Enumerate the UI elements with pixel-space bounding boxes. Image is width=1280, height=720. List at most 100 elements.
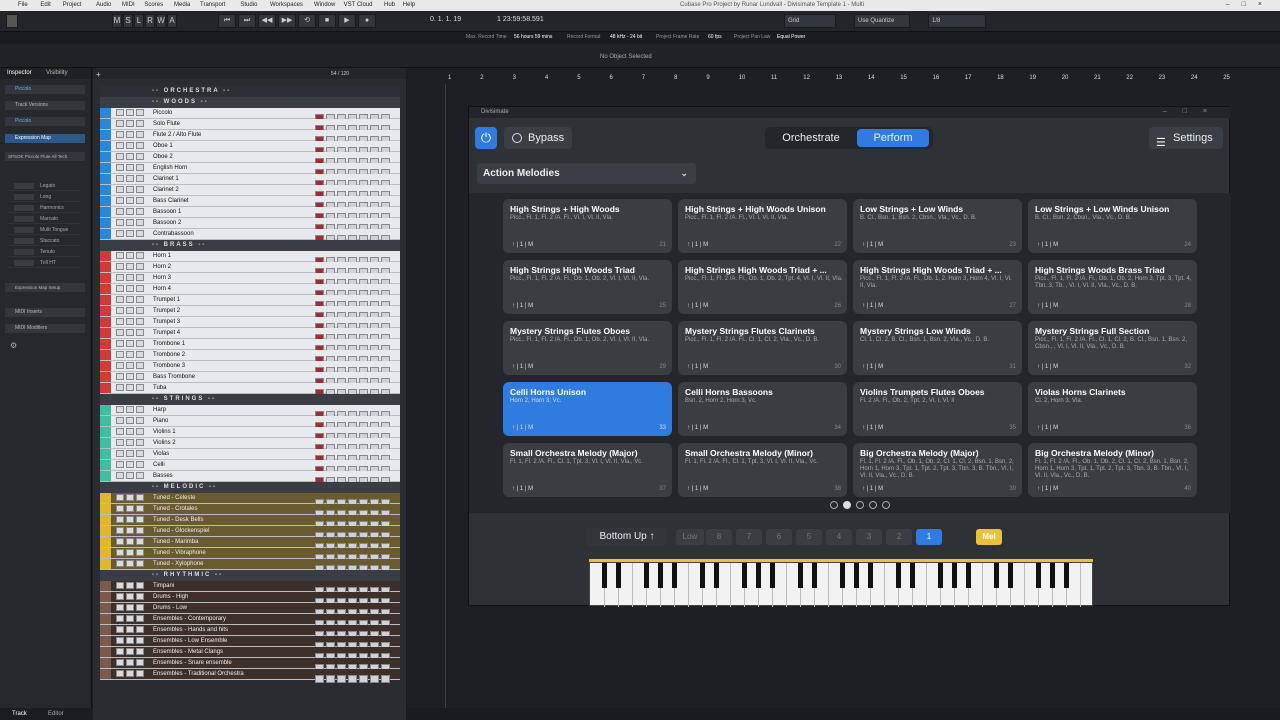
menu-workspaces[interactable]: Workspaces	[270, 2, 303, 8]
preset-card[interactable]: Violas Horns Clarinets Cl. 2, Horn 3, Vla…	[1028, 382, 1197, 436]
preset-card[interactable]: High Strings + High Woods Unison Picc., F…	[678, 199, 847, 253]
black-key[interactable]	[643, 563, 649, 588]
quantize-select[interactable]: Use Quantize	[854, 14, 910, 28]
track-row[interactable]: Celli	[100, 460, 400, 474]
track-row[interactable]: Tuba	[100, 383, 400, 397]
track-row[interactable]: Trumpet 2	[100, 306, 400, 320]
track-row[interactable]: Trombone 3	[100, 361, 400, 375]
track-button[interactable]	[337, 675, 346, 683]
transport-button-4[interactable]: ⟲	[298, 14, 316, 28]
grid-select[interactable]: Grid	[784, 14, 836, 28]
track-row[interactable]: Harp	[100, 405, 400, 419]
tab-inspector[interactable]: Inspector	[7, 70, 32, 76]
track-row[interactable]: Trumpet 1	[100, 295, 400, 309]
voice-button-3[interactable]: 3	[856, 529, 882, 545]
track-row[interactable]: Clarinet 1	[100, 174, 400, 188]
bypass-button[interactable]: Bypass	[504, 127, 572, 149]
menu-audio[interactable]: Audio	[96, 2, 111, 8]
track-row[interactable]: Ensembles - Traditional Orchestra	[100, 669, 400, 683]
tab-orchestrate[interactable]: Orchestrate	[767, 129, 855, 147]
menu-transport[interactable]: Transport	[200, 2, 225, 8]
preset-card[interactable]: High Strings High Woods Triad Picc., Fl. …	[503, 260, 672, 314]
transport-button-5[interactable]: ■	[318, 14, 336, 28]
articulation-row[interactable]: Marcato	[8, 215, 80, 224]
window-controls[interactable]: –□×	[1226, 1, 1274, 8]
track-row[interactable]: Oboe 2	[100, 152, 400, 166]
preset-card[interactable]: Celli Horns Unison Horn 2, Horn 3, Vc. ↑ |…	[503, 382, 672, 436]
track-button[interactable]	[348, 675, 357, 683]
page-dot[interactable]	[856, 501, 864, 509]
horizontal-scrollbar[interactable]	[407, 708, 1280, 720]
tab-perform[interactable]: Perform	[857, 129, 929, 147]
track-row[interactable]: Ensembles - Low Ensemble	[100, 636, 400, 650]
menu-help[interactable]: Help	[403, 2, 415, 8]
track-row[interactable]: English Horn	[100, 163, 400, 177]
mode-l[interactable]: L	[134, 14, 144, 28]
track-button[interactable]	[326, 675, 335, 683]
track-row[interactable]: Tuned - Glockenspiel	[100, 526, 400, 540]
black-key[interactable]	[671, 563, 677, 588]
track-row[interactable]: Horn 2	[100, 262, 400, 276]
articulation-row[interactable]: Tenuto	[8, 248, 80, 257]
black-key[interactable]	[1049, 563, 1055, 588]
articulation-row[interactable]: Multi Tongue	[8, 226, 80, 235]
black-key[interactable]	[937, 563, 943, 588]
track-row[interactable]: Oboe 1	[100, 141, 400, 155]
track-row[interactable]: Tuned - Celeste	[100, 493, 400, 507]
voice-button-low[interactable]: Low	[676, 529, 704, 545]
mel-button[interactable]: Mel	[976, 529, 1002, 545]
preset-card[interactable]: Mystery Strings Full Section Picc., Fl. 1…	[1028, 321, 1197, 375]
preset-card[interactable]: Mystery Strings Flutes Oboes Picc., Fl. 1…	[503, 321, 672, 375]
track-button[interactable]	[359, 675, 368, 683]
expression-map-select[interactable]: SPSOK Piccolo Flute All Tech.	[5, 152, 85, 161]
folder-track[interactable]: -- BRASS --	[100, 240, 400, 251]
track-row[interactable]: Tuned - Xylophone	[100, 559, 400, 573]
track-row[interactable]: Violins 1	[100, 427, 400, 441]
black-key[interactable]	[797, 563, 803, 588]
track-row[interactable]: Bassoon 1	[100, 207, 400, 221]
black-key[interactable]	[1035, 563, 1041, 588]
track-row[interactable]: Timpani	[100, 581, 400, 595]
preset-card[interactable]: High Strings High Woods Triad + ... Picc.…	[853, 260, 1022, 314]
track-button[interactable]	[381, 675, 390, 683]
preset-card[interactable]: Low Strings + Low Winds B. Cl., Bsn. 1, B…	[853, 199, 1022, 253]
midi-inserts-section[interactable]: MIDI Inserts	[5, 308, 85, 317]
menu-media[interactable]: Media	[174, 2, 190, 8]
expression-map-section[interactable]: Expression Map	[5, 134, 85, 143]
track-row[interactable]: Bass Clarinet	[100, 196, 400, 210]
track-row[interactable]: Tuned - Crotales	[100, 504, 400, 518]
menu-project[interactable]: Project	[63, 2, 82, 8]
articulation-row[interactable]: Harmonics	[8, 204, 80, 213]
piano-keyboard[interactable]	[589, 562, 1093, 607]
settings-button[interactable]: ☰ Settings	[1149, 127, 1223, 149]
track-row[interactable]: Ensembles - Contemporary	[100, 614, 400, 628]
articulation-row[interactable]: Long	[8, 193, 80, 202]
preset-card[interactable]: Low Strings + Low Winds Unison B. Cl., Bs…	[1028, 199, 1197, 253]
power-button[interactable]: ⏻	[475, 127, 497, 149]
track-button[interactable]	[315, 675, 324, 683]
black-key[interactable]	[867, 563, 873, 588]
menu-window[interactable]: Window	[314, 2, 335, 8]
black-key[interactable]	[657, 563, 663, 588]
track-row[interactable]: Ensembles - Snare ensemble	[100, 658, 400, 672]
menu-scores[interactable]: Scores	[144, 2, 163, 8]
folder-track[interactable]: -- WOODS --	[100, 97, 400, 108]
menu-file[interactable]: File	[18, 2, 28, 8]
folder-track[interactable]: -- MELODIC --	[100, 482, 400, 493]
menu-edit[interactable]: Edit	[40, 2, 50, 8]
page-dot[interactable]	[843, 501, 851, 509]
tab-visibility[interactable]: Visibility	[46, 70, 68, 76]
track-row[interactable]: Piano	[100, 416, 400, 430]
track-row[interactable]: Tuned - Vibraphone	[100, 548, 400, 562]
black-key[interactable]	[601, 563, 607, 588]
transport-button-1[interactable]: ⏭	[238, 14, 256, 28]
track-row[interactable]: Horn 1	[100, 251, 400, 265]
menu-studio[interactable]: Studio	[240, 2, 257, 8]
preset-card[interactable]: High Strings + High Woods Picc., Fl. 1, F…	[503, 199, 672, 253]
track-button[interactable]	[370, 675, 379, 683]
midi-modifiers-section[interactable]: MIDI Modifiers	[5, 324, 85, 333]
track-row[interactable]: Drums - Low	[100, 603, 400, 617]
track-row[interactable]: Trombone 1	[100, 339, 400, 353]
page-dot[interactable]	[830, 501, 838, 509]
folder-track[interactable]: -- ORCHESTRA --	[100, 86, 400, 97]
